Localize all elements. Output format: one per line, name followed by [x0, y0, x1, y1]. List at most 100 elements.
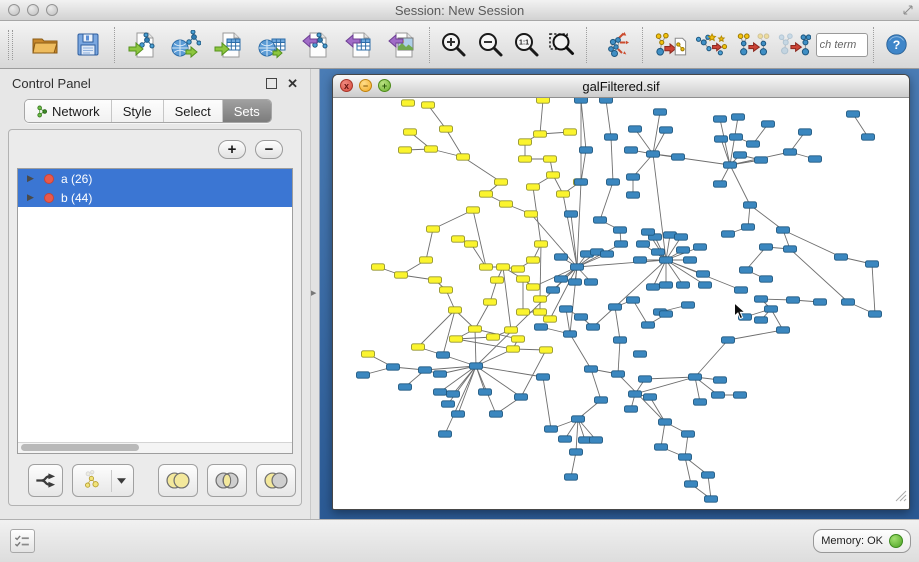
network-node[interactable] [762, 121, 775, 127]
network-node[interactable] [694, 399, 707, 405]
difference-button[interactable] [256, 464, 296, 497]
network-node[interactable] [787, 297, 800, 303]
expand-triangle-icon[interactable]: ▶ [27, 173, 37, 184]
network-node[interactable] [654, 109, 667, 115]
network-node[interactable] [585, 279, 598, 285]
export-table-button[interactable] [338, 24, 381, 66]
apply-layout-button[interactable] [593, 24, 636, 66]
network-node[interactable] [517, 276, 530, 282]
network-node[interactable] [387, 364, 400, 370]
network-node[interactable] [760, 276, 773, 282]
network-node[interactable] [469, 326, 482, 332]
resize-grip-icon[interactable] [893, 488, 907, 507]
network-node[interactable] [449, 307, 462, 313]
network-node[interactable] [722, 337, 735, 343]
network-node[interactable] [585, 366, 598, 372]
network-node[interactable] [655, 444, 668, 450]
network-node[interactable] [615, 241, 628, 247]
network-node[interactable] [487, 334, 500, 340]
network-node[interactable] [739, 314, 752, 320]
network-node[interactable] [742, 224, 755, 230]
network-node[interactable] [540, 347, 553, 353]
network-node[interactable] [564, 331, 577, 337]
network-node[interactable] [452, 236, 465, 242]
network-node[interactable] [534, 309, 547, 315]
network-node[interactable] [535, 324, 548, 330]
network-node[interactable] [519, 139, 532, 145]
network-node[interactable] [570, 449, 583, 455]
network-node[interactable] [835, 254, 848, 260]
network-node[interactable] [452, 411, 465, 417]
open-session-button[interactable] [23, 24, 66, 66]
network-node[interactable] [537, 98, 550, 103]
network-node[interactable] [842, 299, 855, 305]
network-node[interactable] [659, 419, 672, 425]
move-selection-button[interactable] [772, 24, 813, 66]
network-node[interactable] [685, 481, 698, 487]
network-node[interactable] [747, 141, 760, 147]
copy-set-to-file-button[interactable] [649, 24, 690, 66]
network-node[interactable] [497, 264, 510, 270]
network-frame-titlebar[interactable]: x − + galFiltered.sif [333, 75, 909, 98]
save-session-button[interactable] [66, 24, 109, 66]
network-node[interactable] [612, 371, 625, 377]
network-node[interactable] [634, 351, 647, 357]
network-node[interactable] [480, 191, 493, 197]
network-node[interactable] [544, 156, 557, 162]
network-node[interactable] [677, 282, 690, 288]
network-node[interactable] [555, 276, 568, 282]
network-node[interactable] [755, 296, 768, 302]
network-node[interactable] [535, 241, 548, 247]
network-node[interactable] [712, 392, 725, 398]
network-node[interactable] [682, 302, 695, 308]
network-node[interactable] [512, 336, 525, 342]
network-node[interactable] [847, 111, 860, 117]
network-node[interactable] [600, 98, 613, 103]
network-node[interactable] [545, 426, 558, 432]
network-node[interactable] [702, 472, 715, 478]
network-node[interactable] [420, 257, 433, 263]
network-node[interactable] [614, 227, 627, 233]
zoom-actual-button[interactable]: 1:1 [509, 24, 545, 66]
remove-set-button[interactable]: − [255, 140, 283, 159]
network-node[interactable] [697, 271, 710, 277]
network-node[interactable] [399, 147, 412, 153]
network-node[interactable] [575, 98, 588, 103]
network-node[interactable] [605, 134, 618, 140]
network-node[interactable] [682, 431, 695, 437]
network-node[interactable] [399, 384, 412, 390]
network-node[interactable] [744, 202, 757, 208]
network-node[interactable] [740, 267, 753, 273]
network-node[interactable] [559, 436, 572, 442]
network-node[interactable] [372, 264, 385, 270]
tab-select[interactable]: Select [164, 100, 223, 122]
create-set-button[interactable] [72, 464, 134, 497]
zoom-out-button[interactable] [472, 24, 508, 66]
network-node[interactable] [560, 306, 573, 312]
network-node[interactable] [404, 129, 417, 135]
network-canvas[interactable] [334, 98, 908, 508]
network-node[interactable] [450, 336, 463, 342]
network-node[interactable] [679, 454, 692, 460]
network-node[interactable] [694, 244, 707, 250]
network-node[interactable] [534, 296, 547, 302]
network-node[interactable] [537, 374, 550, 380]
network-node[interactable] [395, 272, 408, 278]
network-node[interactable] [572, 416, 585, 422]
network-node[interactable] [564, 129, 577, 135]
network-node[interactable] [614, 337, 627, 343]
help-button[interactable]: ? [880, 24, 913, 66]
frame-minimize-button[interactable]: − [359, 79, 372, 92]
network-node[interactable] [505, 327, 518, 333]
network-node[interactable] [672, 154, 685, 160]
network-node[interactable] [765, 306, 778, 312]
network-node[interactable] [571, 264, 584, 270]
network-node[interactable] [557, 191, 570, 197]
network-node[interactable] [734, 392, 747, 398]
sets-list[interactable]: ▶a (26)▶b (44) [17, 168, 293, 454]
network-view[interactable] [334, 98, 908, 508]
network-node[interactable] [427, 226, 440, 232]
memory-status-button[interactable]: Memory: OK [813, 529, 911, 553]
network-node[interactable] [525, 211, 538, 217]
network-node[interactable] [809, 156, 822, 162]
